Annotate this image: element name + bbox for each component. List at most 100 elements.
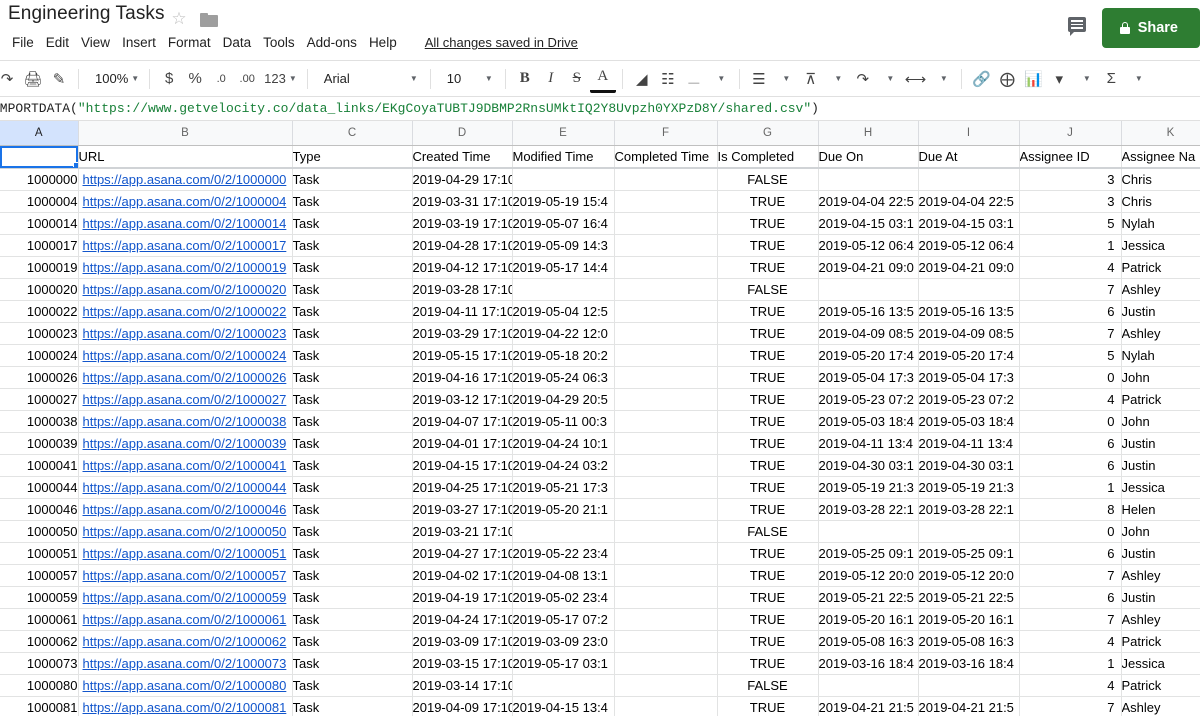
column-header-b[interactable]: B (78, 121, 293, 146)
chevron-down-icon[interactable]: ▼ (929, 65, 955, 93)
cell-task-id[interactable]: 1000046 (0, 498, 79, 521)
cell-created-time[interactable]: 2019-04-19 17:10:45 -0700 (412, 586, 513, 609)
cell-created-time[interactable]: 2019-03-27 17:10:43 -0700 (412, 498, 513, 521)
cell-modified-time[interactable]: 2019-04-22 12:0 (512, 322, 615, 345)
task-url-link[interactable]: https://app.asana.com/0/2/1000080 (83, 678, 287, 693)
column-label-d[interactable]: Created Time (412, 145, 513, 169)
column-header-h[interactable]: H (818, 121, 919, 146)
increase-decimal-button[interactable]: .00 (234, 65, 260, 93)
paint-format-icon[interactable]: ✎ (46, 65, 72, 93)
cell-due-on[interactable]: 2019-04-09 08:5 (818, 322, 919, 345)
cell-due-at[interactable]: 2019-04-21 09:0 (918, 256, 1020, 279)
cell-task-id[interactable]: 1000022 (0, 300, 79, 323)
cell-url[interactable]: https://app.asana.com/0/2/1000080 (78, 674, 293, 697)
task-url-link[interactable]: https://app.asana.com/0/2/1000057 (83, 568, 287, 583)
cell-created-time[interactable]: 2019-04-25 17:10:43 -0700 (412, 476, 513, 499)
cell-task-id[interactable]: 1000061 (0, 608, 79, 631)
menu-item-view[interactable]: View (75, 33, 116, 52)
cell-due-at[interactable]: 2019-05-25 09:1 (918, 542, 1020, 565)
cell-is-completed[interactable]: TRUE (717, 366, 819, 389)
cell-is-completed[interactable]: TRUE (717, 696, 819, 716)
cell-type[interactable]: Task (292, 652, 413, 675)
column-label-c[interactable]: Type (292, 145, 413, 169)
cell-completed-time[interactable] (614, 344, 718, 367)
menu-item-insert[interactable]: Insert (116, 33, 162, 52)
cell-completed-time[interactable] (614, 388, 718, 411)
cell-completed-time[interactable] (614, 300, 718, 323)
chevron-down-icon[interactable]: ▼ (772, 65, 798, 93)
menu-item-format[interactable]: Format (162, 33, 217, 52)
cell-task-id[interactable]: 1000057 (0, 564, 79, 587)
cell-is-completed[interactable]: TRUE (717, 454, 819, 477)
cell-assignee-name[interactable]: Patrick (1121, 630, 1200, 653)
task-url-link[interactable]: https://app.asana.com/0/2/1000061 (83, 612, 287, 627)
cell-type[interactable]: Task (292, 212, 413, 235)
cell-is-completed[interactable]: TRUE (717, 476, 819, 499)
cell-due-on[interactable]: 2019-04-21 21:5 (818, 696, 919, 716)
cell-is-completed[interactable]: TRUE (717, 586, 819, 609)
cell-due-at[interactable]: 2019-05-20 16:1 (918, 608, 1020, 631)
font-size-selector[interactable]: 10 ▼ (437, 65, 499, 93)
cell-created-time[interactable]: 2019-04-07 17:10:43 -0700 (412, 410, 513, 433)
table-row[interactable]: 1000004 https://app.asana.com/0/2/1000004… (0, 190, 1200, 213)
vertical-align-icon[interactable]: ⊼ (798, 65, 824, 93)
table-row[interactable]: 1000022 https://app.asana.com/0/2/1000022… (0, 300, 1200, 323)
cell-modified-time[interactable]: 2019-05-11 00:3 (512, 410, 615, 433)
cell-is-completed[interactable]: TRUE (717, 322, 819, 345)
cell-type[interactable]: Task (292, 476, 413, 499)
cell-completed-time[interactable] (614, 564, 718, 587)
cell-assignee-id[interactable]: 3 (1019, 168, 1122, 191)
column-header-g[interactable]: G (717, 121, 819, 146)
cell-assignee-id[interactable]: 3 (1019, 190, 1122, 213)
column-label-f[interactable]: Completed Time (614, 145, 718, 169)
cell-due-at[interactable]: 2019-05-20 17:4 (918, 344, 1020, 367)
cell-assignee-id[interactable]: 4 (1019, 388, 1122, 411)
task-url-link[interactable]: https://app.asana.com/0/2/1000062 (83, 634, 287, 649)
cell-assignee-id[interactable]: 7 (1019, 564, 1122, 587)
cell-due-at[interactable]: 2019-04-04 22:5 (918, 190, 1020, 213)
task-url-link[interactable]: https://app.asana.com/0/2/1000073 (83, 656, 287, 671)
table-row[interactable]: 1000046 https://app.asana.com/0/2/1000046… (0, 498, 1200, 521)
table-row[interactable]: 1000062 https://app.asana.com/0/2/1000062… (0, 630, 1200, 653)
column-header-i[interactable]: I (918, 121, 1020, 146)
cell-modified-time[interactable]: 2019-05-07 16:4 (512, 212, 615, 235)
column-header-c[interactable]: C (292, 121, 413, 146)
cell-task-id[interactable]: 1000017 (0, 234, 79, 257)
cell-url[interactable]: https://app.asana.com/0/2/1000026 (78, 366, 293, 389)
cell-due-at[interactable] (918, 168, 1020, 191)
cell-due-on[interactable]: 2019-05-04 17:3 (818, 366, 919, 389)
task-url-link[interactable]: https://app.asana.com/0/2/1000050 (83, 524, 287, 539)
cell-task-id[interactable]: 1000044 (0, 476, 79, 499)
cell-url[interactable]: https://app.asana.com/0/2/1000039 (78, 432, 293, 455)
table-row[interactable]: 1000057 https://app.asana.com/0/2/1000057… (0, 564, 1200, 587)
cell-assignee-id[interactable]: 6 (1019, 300, 1122, 323)
insert-comment-icon[interactable]: ⨁ (994, 65, 1020, 93)
cell-assignee-id[interactable]: 6 (1019, 586, 1122, 609)
cell-type[interactable]: Task (292, 520, 413, 543)
chevron-down-icon[interactable]: ▼ (707, 65, 733, 93)
cell-completed-time[interactable] (614, 608, 718, 631)
table-row[interactable]: 1000038 https://app.asana.com/0/2/1000038… (0, 410, 1200, 433)
cell-type[interactable]: Task (292, 432, 413, 455)
table-row[interactable]: 1000041 https://app.asana.com/0/2/1000041… (0, 454, 1200, 477)
column-label-h[interactable]: Due On (818, 145, 919, 169)
cell-is-completed[interactable]: TRUE (717, 498, 819, 521)
cell-modified-time[interactable] (512, 520, 615, 543)
cell-created-time[interactable]: 2019-03-19 17:10:40 -0700 (412, 212, 513, 235)
cell-created-time[interactable]: 2019-03-31 17:10:39 -0700 (412, 190, 513, 213)
cell-due-at[interactable]: 2019-05-16 13:5 (918, 300, 1020, 323)
cell-assignee-name[interactable]: Ashley (1121, 696, 1200, 716)
cell-type[interactable]: Task (292, 674, 413, 697)
cell-assignee-name[interactable]: John (1121, 520, 1200, 543)
cell-due-on[interactable] (818, 168, 919, 191)
cell-modified-time[interactable]: 2019-04-24 10:1 (512, 432, 615, 455)
column-label-k[interactable]: Assignee Na (1121, 145, 1200, 169)
cell-modified-time[interactable]: 2019-04-08 13:1 (512, 564, 615, 587)
cell-created-time[interactable]: 2019-04-24 17:10:45 -0700 (412, 608, 513, 631)
cell-assignee-id[interactable]: 7 (1019, 322, 1122, 345)
cell-assignee-name[interactable]: Patrick (1121, 388, 1200, 411)
cell-modified-time[interactable]: 2019-05-18 20:2 (512, 344, 615, 367)
cell-url[interactable]: https://app.asana.com/0/2/1000038 (78, 410, 293, 433)
column-header-e[interactable]: E (512, 121, 615, 146)
cell-due-at[interactable]: 2019-04-21 21:5 (918, 696, 1020, 716)
